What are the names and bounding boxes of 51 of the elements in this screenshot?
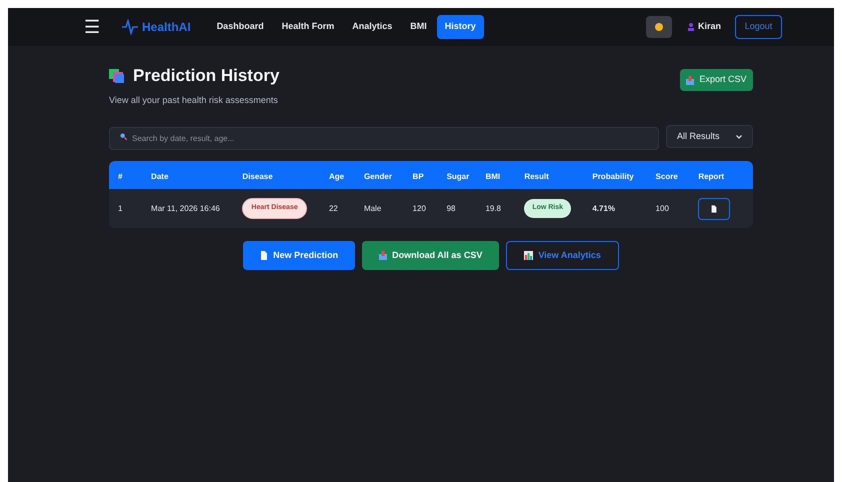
column-header: Score bbox=[656, 172, 678, 181]
table-cell: 100 bbox=[656, 204, 669, 212]
column-header: Result bbox=[524, 172, 549, 181]
action-button[interactable]: Download All as CSV bbox=[362, 241, 500, 270]
table-cell: Male bbox=[364, 204, 382, 212]
search-icon bbox=[120, 133, 127, 140]
stacked-cards-icon bbox=[109, 68, 125, 84]
column-header: Age bbox=[328, 172, 344, 181]
column-header: Disease bbox=[242, 172, 273, 181]
column-header: Probability bbox=[592, 172, 634, 181]
action-button[interactable]: New Prediction bbox=[243, 241, 356, 270]
nav-link[interactable]: Dashboard bbox=[208, 15, 272, 39]
table-cell: 4.71% bbox=[592, 204, 616, 212]
table-cell: 19.8 bbox=[485, 204, 502, 212]
action-button[interactable]: View Analytics bbox=[506, 241, 619, 270]
search-field[interactable]: Search by date, result, age... bbox=[109, 127, 659, 150]
table-cell: Mar 11, 2026 16:46 bbox=[151, 204, 220, 212]
column-header: BP bbox=[412, 172, 424, 181]
chevron-icon bbox=[736, 134, 742, 138]
column-header: Sugar bbox=[446, 172, 470, 181]
nav-link[interactable]: Health Form bbox=[274, 15, 342, 39]
bar-chart-icon bbox=[524, 251, 534, 260]
report-button[interactable] bbox=[698, 198, 730, 220]
column-header: Gender bbox=[364, 172, 392, 181]
sun-icon bbox=[654, 23, 663, 31]
page-title: Prediction History bbox=[133, 65, 280, 87]
column-header: BMI bbox=[485, 172, 500, 181]
nav-link[interactable]: History bbox=[436, 15, 484, 39]
box-icon bbox=[686, 76, 694, 84]
table-cell: 98 bbox=[446, 204, 456, 212]
user-name: Kiran bbox=[698, 20, 721, 34]
logout-button[interactable]: Logout bbox=[735, 15, 782, 39]
column-header: Report bbox=[698, 172, 724, 181]
export-button[interactable]: Export CSV bbox=[680, 69, 753, 91]
table-cell: 120 bbox=[412, 204, 426, 212]
nav-link[interactable]: BMI bbox=[402, 15, 435, 39]
nav-link[interactable]: Analytics bbox=[344, 15, 400, 39]
document-icon bbox=[260, 251, 268, 260]
column-header: Date bbox=[151, 172, 168, 181]
table-cell: 22 bbox=[328, 204, 338, 212]
page-subtitle: View all your past health risk assessments bbox=[109, 94, 279, 107]
document-icon bbox=[711, 204, 718, 212]
column-header: # bbox=[118, 172, 122, 181]
user-icon bbox=[688, 23, 694, 31]
brand-logo[interactable]: HealthAI bbox=[142, 18, 191, 36]
pulse-icon bbox=[122, 19, 138, 35]
theme-toggle[interactable] bbox=[646, 16, 672, 38]
table-cell: 1 bbox=[118, 204, 122, 212]
result-filter[interactable]: All Results bbox=[666, 125, 753, 148]
menu-icon[interactable]: ☰ bbox=[84, 14, 100, 40]
box-icon bbox=[379, 251, 388, 260]
